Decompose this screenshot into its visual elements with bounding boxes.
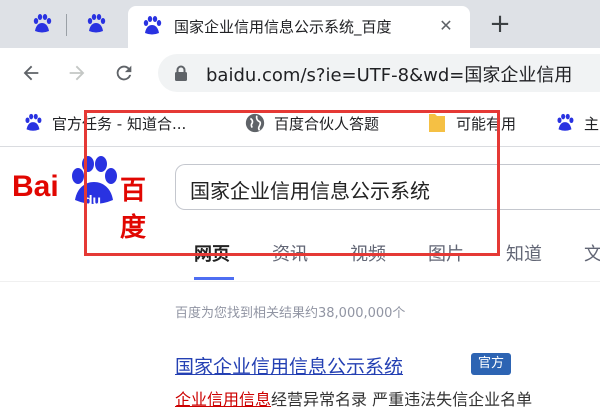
lock-icon (175, 65, 187, 81)
arrow-right-icon (69, 65, 85, 81)
result-snippet: 企业信用信息经营异常名录 严重违法失信企业名单 (175, 386, 532, 410)
active-tab[interactable]: 国家企业信用信息公示系统_百度 ✕ (128, 6, 470, 48)
close-icon: ✕ (439, 15, 453, 35)
active-tab-underline (194, 277, 234, 280)
new-tab-button[interactable]: + (484, 8, 516, 40)
reload-icon (116, 65, 132, 81)
reload-button[interactable] (109, 58, 139, 88)
baidu-paw-icon (22, 112, 44, 134)
bookmark-label: 主 (584, 114, 600, 133)
tab-strip: 国家企业信用信息公示系统_百度 ✕ + (0, 0, 600, 48)
pinned-tab-1[interactable] (20, 8, 64, 40)
forward-button[interactable] (62, 58, 92, 88)
result-count: 百度为您找到相关结果约38,000,000个 (175, 306, 406, 321)
baidu-paw-icon (554, 112, 576, 134)
baidu-paw-icon (33, 14, 52, 33)
browser-toolbar: baidu.com/s?ie=UTF-8&wd=国家企业信用 (0, 48, 600, 100)
baidu-paw-icon (87, 14, 106, 33)
baidu-paw-icon (143, 16, 162, 35)
tab-more[interactable]: 文 (584, 240, 600, 266)
tab-title: 国家企业信用信息公示系统_百度 (174, 18, 392, 36)
result-title-link[interactable]: 国家企业信用信息公示系统 (175, 352, 403, 379)
url-text: baidu.com/s?ie=UTF-8&wd=国家企业信用 (206, 65, 573, 86)
bookmark-item-3[interactable]: 主 (554, 108, 599, 138)
arrow-left-icon (23, 65, 39, 81)
close-tab-button[interactable]: ✕ (433, 12, 459, 38)
plus-icon: + (489, 9, 511, 39)
tab-divider (66, 14, 67, 36)
logo-text-bai: Bai (12, 170, 59, 203)
annotation-highlight-box (84, 110, 500, 256)
back-button[interactable] (16, 58, 46, 88)
official-badge: 官方 (471, 353, 512, 375)
pinned-tab-2[interactable] (74, 8, 118, 40)
tab-zhidao[interactable]: 知道 (506, 240, 542, 266)
address-bar[interactable]: baidu.com/s?ie=UTF-8&wd=国家企业信用 (158, 54, 600, 92)
